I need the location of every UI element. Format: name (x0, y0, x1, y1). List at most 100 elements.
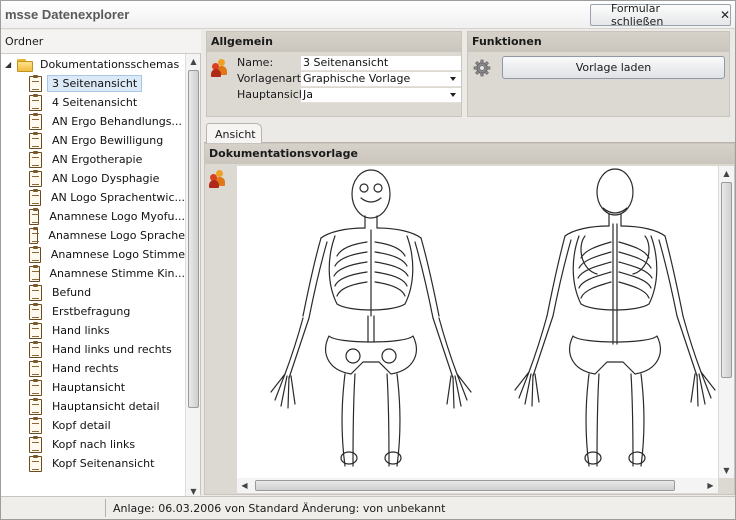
tree-item-label: Kopf nach links (52, 438, 136, 451)
tree-item[interactable]: Hand rechts (1, 359, 185, 378)
collapse-icon[interactable]: ◢ (5, 60, 15, 69)
dropdown-arrow-icon[interactable] (450, 93, 456, 97)
app-title: msse Datenexplorer (5, 7, 130, 22)
tab-ansicht[interactable]: Ansicht (206, 123, 262, 144)
tree-item[interactable]: Anamnese Logo Sprache (1, 226, 185, 245)
tree-item[interactable]: Hand links und rechts (1, 340, 185, 359)
template-canvas[interactable] (237, 166, 718, 478)
clipboard-icon (29, 131, 42, 149)
tree-item-label: AN Ergo Bewilligung (52, 134, 164, 147)
scrollbar-thumb[interactable] (188, 70, 199, 408)
scroll-up-icon[interactable]: ▲ (719, 166, 734, 181)
tree-root[interactable]: ◢ Dokumentationsschemas (1, 55, 185, 74)
clipboard-icon (29, 188, 41, 206)
tree-item[interactable]: AN Ergo Behandlungs... (1, 112, 185, 131)
clipboard-icon (29, 226, 40, 244)
tree-item[interactable]: Hand links (1, 321, 185, 340)
vorlagenart-select[interactable]: Graphische Vorlage (301, 72, 461, 87)
clipboard-icon (29, 378, 42, 396)
clipboard-icon (29, 283, 42, 301)
tree-item-label: Anamnese Logo Sprache (48, 229, 185, 242)
title-bar: msse Datenexplorer Formular schließen ✕ (1, 1, 735, 29)
name-label: Name: (237, 56, 274, 69)
clipboard-icon (29, 359, 42, 377)
tree-item-label: Kopf detail (52, 419, 111, 432)
vorlagenart-label: Vorlagenart: (237, 72, 305, 85)
folder-panel: Ordner ◢ Dokumentationsschemas 3 Seitena… (1, 30, 201, 500)
status-separator (105, 499, 106, 517)
tree-item[interactable]: AN Ergo Bewilligung (1, 131, 185, 150)
tree-item[interactable]: Befund (1, 283, 185, 302)
clipboard-icon (29, 150, 42, 168)
document-panel: Dokumentationsvorlage ▲ ▼ ◀ ▶ (204, 143, 735, 495)
clipboard-icon (29, 321, 42, 339)
tree-item[interactable]: Anamnese Logo Myofu... (1, 207, 185, 226)
tree-item[interactable]: AN Logo Sprachentwic... (1, 188, 185, 207)
tree-item-label: Anamnese Logo Myofu... (49, 210, 185, 223)
skeleton-back (514, 168, 716, 467)
folder-tree: ◢ Dokumentationsschemas 3 Seitenansicht 4… (1, 54, 185, 500)
tree-item[interactable]: Kopf Seitenansicht (1, 454, 185, 473)
skeleton-front (270, 169, 472, 467)
canvas-vertical-scrollbar[interactable]: ▲ ▼ (719, 166, 734, 478)
tree-item-label: AN Logo Dysphagie (52, 172, 160, 185)
tree-item[interactable]: AN Ergotherapie (1, 150, 185, 169)
close-form-button[interactable]: Formular schließen ✕ (590, 2, 731, 28)
tree-item-label: Erstbefragung (52, 305, 131, 318)
scroll-down-icon[interactable]: ▼ (719, 463, 734, 478)
tree-item-label: AN Logo Sprachentwic... (50, 191, 185, 204)
folder-icon (17, 58, 34, 72)
tree-item-label: Hand links und rechts (52, 343, 172, 356)
clipboard-icon (29, 416, 42, 434)
clipboard-icon (29, 264, 40, 282)
hauptansicht-row: Hauptansicht Ja (237, 88, 461, 104)
clipboard-icon (29, 74, 42, 92)
document-header: Dokumentationsvorlage (205, 144, 734, 164)
tree-item[interactable]: Anamnese Logo Stimme (1, 245, 185, 264)
clipboard-icon (29, 207, 40, 225)
scrollbar-thumb[interactable] (721, 182, 732, 378)
tree-item[interactable]: Hauptansicht detail (1, 397, 185, 416)
tree-item[interactable]: Hauptansicht (1, 378, 185, 397)
clipboard-icon (29, 302, 42, 320)
clipboard-icon (29, 169, 42, 187)
allgemein-header: Allgemein (207, 32, 461, 52)
tree-item-label: Befund (52, 286, 92, 299)
tree-item[interactable]: 3 Seitenansicht (1, 74, 185, 93)
clipboard-icon (29, 245, 41, 263)
clipboard-icon (29, 435, 42, 453)
hauptansicht-select[interactable]: Ja (301, 88, 461, 103)
dropdown-arrow-icon[interactable] (450, 77, 456, 81)
tree-item-label: Hauptansicht (52, 381, 126, 394)
tree-item-label: Anamnese Logo Stimme (50, 248, 185, 261)
tree-item[interactable]: Anamnese Stimme Kin... (1, 264, 185, 283)
scroll-left-icon[interactable]: ◀ (237, 478, 252, 493)
tree-item[interactable]: Kopf detail (1, 416, 185, 435)
tree-item[interactable]: Erstbefragung (1, 302, 185, 321)
tree-item[interactable]: Kopf nach links (1, 435, 185, 454)
tree-item-label: AN Ergotherapie (52, 153, 143, 166)
close-form-label: Formular schließen (611, 2, 664, 28)
funktionen-header: Funktionen (468, 32, 729, 52)
clipboard-icon (29, 112, 42, 130)
scrollbar-thumb[interactable] (255, 480, 675, 491)
canvas-horizontal-scrollbar[interactable]: ◀ ▶ (237, 478, 718, 493)
status-bar: Anlage: 06.03.2006 von Standard Änderung… (1, 496, 735, 519)
tree-item-label: 3 Seitenansicht (47, 75, 143, 92)
app-window: msse Datenexplorer Formular schließen ✕ … (0, 0, 736, 520)
tree-item-label: Anamnese Stimme Kin... (49, 267, 185, 280)
folder-tree-scrollbar[interactable]: ▲ ▼ (185, 54, 200, 500)
load-template-button[interactable]: Vorlage laden (502, 56, 725, 79)
clipboard-icon (29, 93, 42, 111)
name-field[interactable]: 3 Seitenansicht (301, 56, 461, 71)
status-text: Anlage: 06.03.2006 von Standard Änderung… (113, 502, 446, 515)
tree-item[interactable]: 4 Seitenansicht (1, 93, 185, 112)
tree-item[interactable]: AN Logo Dysphagie (1, 169, 185, 188)
panel-allgemein: Allgemein Name: 3 Seitenansicht Vorlagen… (206, 31, 462, 117)
panel-funktionen: Funktionen Vorlage laden (467, 31, 730, 117)
scroll-right-icon[interactable]: ▶ (703, 478, 718, 493)
vorlagenart-row: Vorlagenart: Graphische Vorlage (237, 72, 461, 88)
tab-strip: Ansicht (204, 121, 735, 144)
users-icon (209, 170, 227, 188)
scroll-up-icon[interactable]: ▲ (186, 54, 201, 69)
